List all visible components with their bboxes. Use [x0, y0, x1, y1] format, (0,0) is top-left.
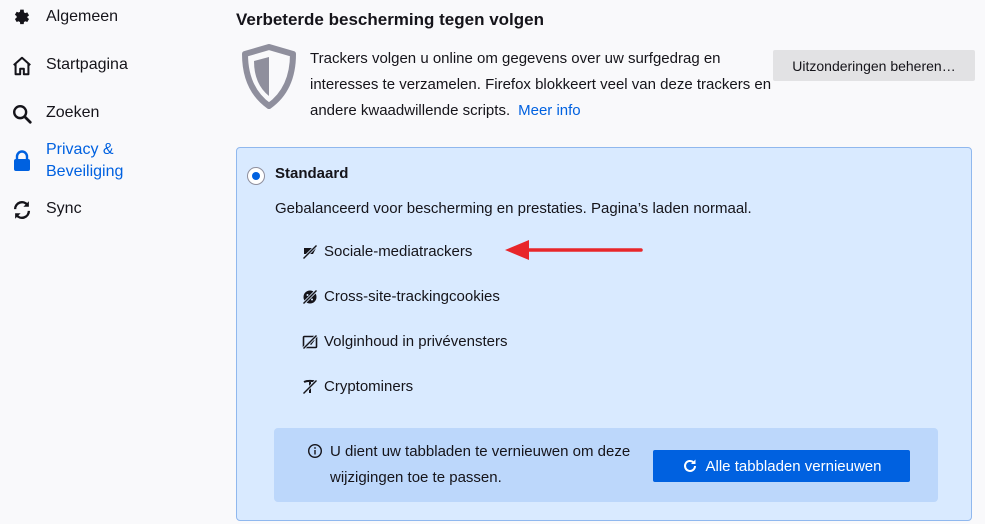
gear-icon	[10, 6, 34, 30]
social-tracker-blocked-icon	[302, 243, 318, 260]
sidebar-item-label: Startpagina	[46, 56, 128, 73]
radio-selected-dot	[252, 172, 260, 180]
reload-notice: U dient uw tabbladen te vernieuwen om de…	[274, 428, 938, 502]
info-icon	[307, 443, 323, 459]
sidebar-item-label: Privacy & Beveiliging	[46, 141, 124, 180]
main-content: Verbeterde bescherming tegen volgen Trac…	[236, 0, 985, 524]
sidebar-item-general[interactable]: Algemeen	[10, 6, 118, 30]
feature-cryptominers: Cryptominers	[302, 378, 413, 395]
home-icon	[10, 54, 34, 78]
more-info-link[interactable]: Meer info	[518, 102, 581, 119]
standard-radio[interactable]	[247, 167, 265, 185]
section-title: Verbeterde bescherming tegen volgen	[236, 10, 544, 29]
tracking-content-blocked-icon	[302, 333, 318, 350]
preferences-window: Algemeen Startpagina Zoeken Privacy & Be…	[0, 0, 985, 524]
feature-label: Cryptominers	[324, 378, 414, 395]
standard-option-card: Standaard Gebalanceerd voor bescherming …	[236, 147, 972, 521]
reload-icon	[682, 458, 698, 474]
sidebar-item-home[interactable]: Startpagina	[10, 54, 128, 78]
sidebar-item-sync[interactable]: Sync	[10, 198, 82, 222]
sidebar-item-search[interactable]: Zoeken	[10, 102, 99, 126]
feature-cross-site-cookies: Cross-site-trackingcookies	[302, 288, 500, 305]
feature-label: Sociale-mediatrackers	[324, 243, 473, 260]
feature-label: Volginhoud in privévensters	[324, 333, 508, 350]
standard-option-description: Gebalanceerd voor bescherming en prestat…	[275, 200, 752, 217]
feature-social-trackers: Sociale-mediatrackers	[302, 243, 472, 260]
shield-icon	[240, 44, 298, 110]
intro-text: Trackers volgen u online om gegevens ove…	[310, 46, 780, 124]
sidebar-item-privacy[interactable]: Privacy & Beveiliging	[10, 139, 123, 183]
feature-label: Cross-site-trackingcookies	[324, 288, 500, 305]
annotation-arrow	[505, 240, 643, 260]
reload-all-tabs-label: Alle tabbladen vernieuwen	[705, 457, 882, 475]
lock-icon	[10, 149, 34, 173]
cookie-blocked-icon	[302, 288, 318, 305]
sidebar-item-label: Zoeken	[46, 104, 100, 121]
reload-all-tabs-button[interactable]: Alle tabbladen vernieuwen	[653, 450, 910, 482]
standard-option-title: Standaard	[275, 165, 349, 182]
search-icon	[10, 102, 34, 126]
feature-tracking-content: Volginhoud in privévensters	[302, 333, 507, 350]
sidebar-item-label: Algemeen	[46, 8, 119, 25]
cryptominer-blocked-icon	[302, 378, 318, 395]
sidebar-item-label: Sync	[46, 200, 82, 217]
sidebar: Algemeen Startpagina Zoeken Privacy & Be…	[0, 0, 200, 524]
manage-exceptions-button[interactable]: Uitzonderingen beheren…	[773, 50, 975, 81]
reload-notice-message: U dient uw tabbladen te vernieuwen om de…	[330, 443, 631, 486]
sync-icon	[10, 198, 34, 222]
